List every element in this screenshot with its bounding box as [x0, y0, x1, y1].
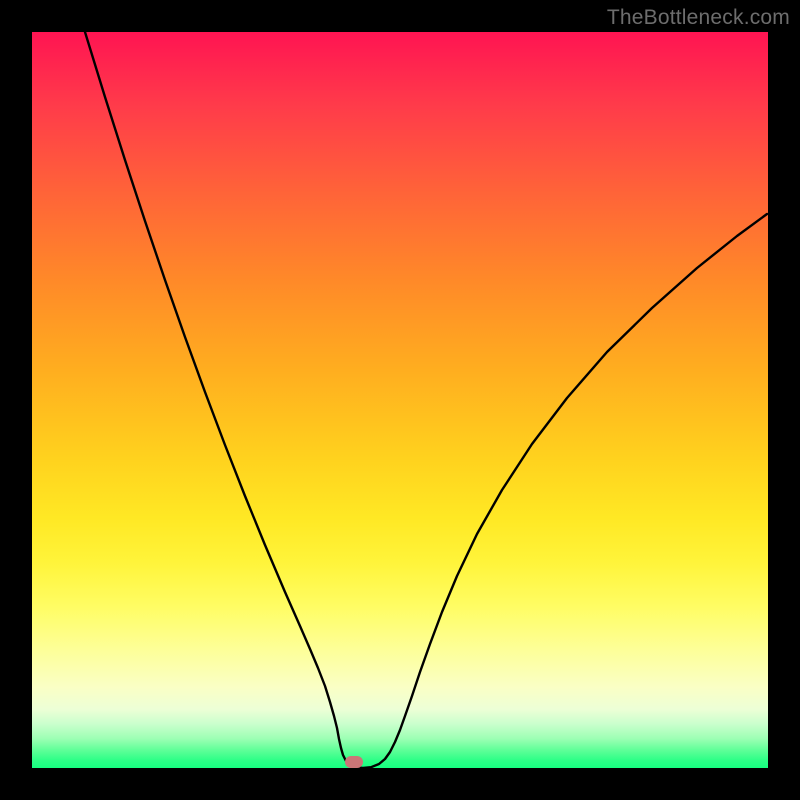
optimum-marker — [345, 756, 363, 768]
watermark-text: TheBottleneck.com — [607, 6, 790, 30]
chart-container: TheBottleneck.com — [0, 0, 800, 800]
curve-svg — [32, 32, 768, 768]
plot-area — [32, 32, 768, 768]
bottleneck-curve — [85, 32, 767, 768]
